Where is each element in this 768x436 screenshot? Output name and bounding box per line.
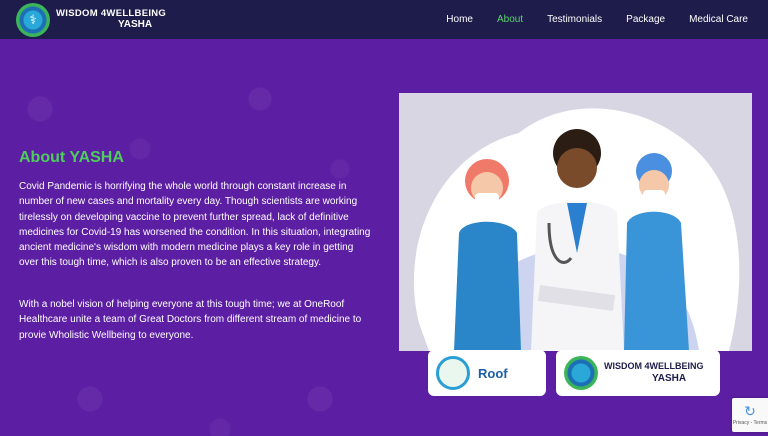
- about-heading: About YASHA: [19, 149, 124, 166]
- recaptcha-badge[interactable]: ↻ Privacy - Terms: [732, 398, 768, 432]
- nav-about[interactable]: About: [497, 14, 523, 25]
- nav-testimonials[interactable]: Testimonials: [547, 14, 602, 25]
- globe-logo-icon: [564, 356, 598, 390]
- main-nav: Home About Testimonials Package Medical …: [422, 0, 748, 39]
- oneroof-emblem-icon: [436, 356, 470, 390]
- nav-package[interactable]: Package: [626, 14, 665, 25]
- recaptcha-icon: ↻: [744, 403, 756, 419]
- wisdom-logo-line2: YASHA: [652, 373, 687, 384]
- logo-text-line2: YASHA: [118, 19, 153, 31]
- nav-medical-care[interactable]: Medical Care: [689, 14, 748, 25]
- logo-text-line1: WISDOM 4WELLBEING: [56, 7, 167, 19]
- oneroof-logo-card[interactable]: Roof: [428, 350, 546, 396]
- about-paragraph-1: Covid Pandemic is horrifying the whole w…: [19, 181, 371, 269]
- wisdom-logo-card[interactable]: WISDOM 4WELLBEING YASHA: [556, 350, 720, 396]
- globe-logo-icon: ⚕: [16, 2, 50, 37]
- doctors-illustration: [399, 93, 752, 351]
- recaptcha-text[interactable]: Privacy - Terms: [733, 420, 767, 426]
- oneroof-logo-text: Roof: [478, 365, 508, 381]
- about-paragraph-2: With a nobel vision of helping everyone …: [19, 299, 362, 341]
- nav-home[interactable]: Home: [446, 14, 473, 25]
- top-navbar: ⚕ WISDOM 4WELLBEING YASHA Home About Tes…: [0, 0, 768, 39]
- wisdom-logo-line1: WISDOM 4WELLBEING: [604, 361, 704, 371]
- site-logo[interactable]: ⚕ WISDOM 4WELLBEING YASHA: [16, 2, 166, 37]
